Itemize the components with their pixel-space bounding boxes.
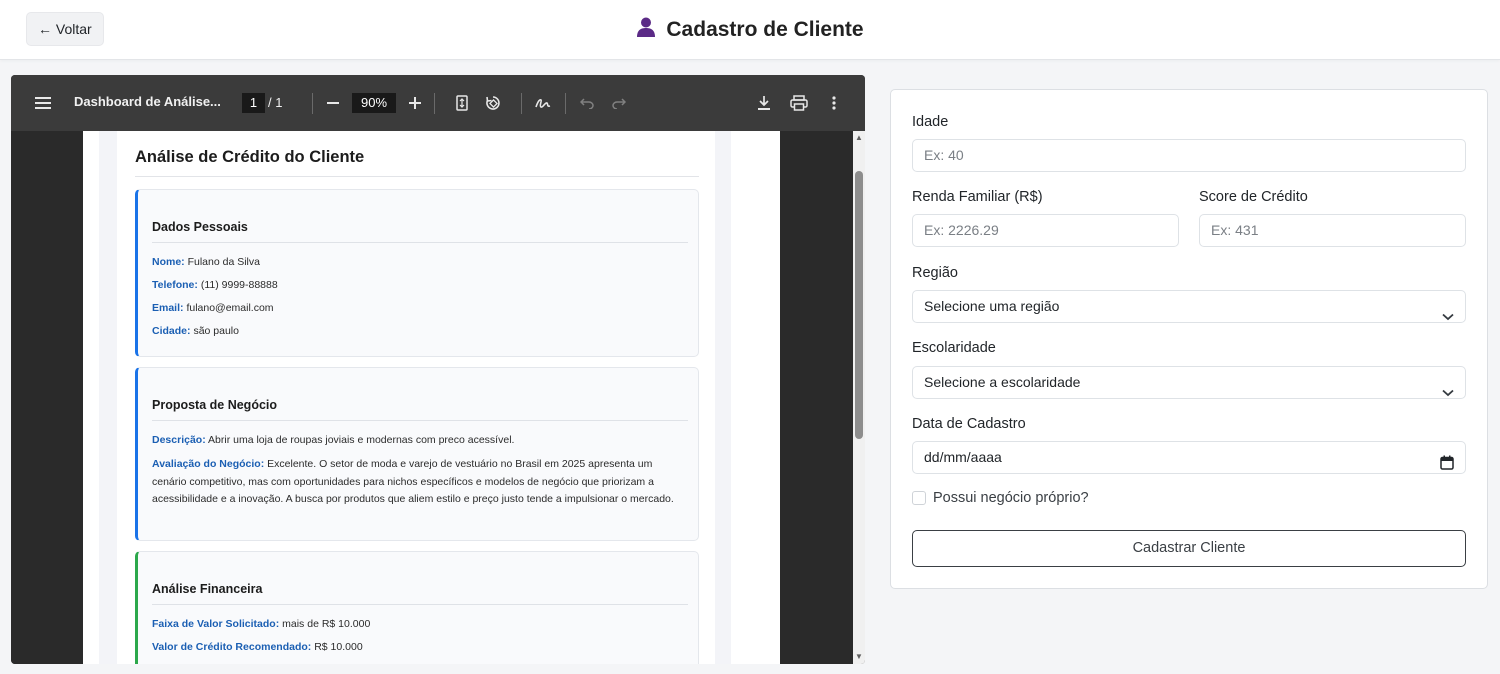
renda-label: Renda Familiar (R$) (912, 189, 1043, 205)
download-icon[interactable] (755, 93, 773, 113)
card-heading: Dados Pessoais (152, 220, 248, 234)
report-background: Análise de Crédito do Cliente Dados Pess… (99, 131, 731, 664)
field-nome: Nome: Fulano da Silva (152, 256, 260, 268)
document-title: Dashboard de Análise... (74, 94, 221, 109)
fit-page-icon[interactable] (453, 93, 471, 113)
chevron-down-icon (1442, 377, 1454, 408)
pdf-canvas[interactable]: Análise de Crédito do Cliente Dados Pess… (11, 131, 853, 664)
client-form: Idade Ex: 40 Renda Familiar (R$) Ex: 222… (890, 89, 1488, 589)
field-valor-recomendado: Valor de Crédito Recomendado: R$ 10.000 (152, 641, 363, 653)
field-cidade: Cidade: são paulo (152, 325, 239, 337)
field-descricao: Descrição: Abrir uma loja de roupas jovi… (152, 434, 515, 446)
scrollbar-thumb[interactable] (855, 171, 863, 439)
draw-icon[interactable] (533, 93, 553, 113)
top-bar: ← Voltar Cadastro de Cliente (0, 0, 1500, 60)
escolaridade-select[interactable]: Selecione a escolaridade (912, 366, 1466, 399)
zoom-out-icon[interactable] (325, 94, 341, 112)
field-avaliacao: Avaliação do Negócio: Excelente. O setor… (152, 458, 674, 505)
toolbar-divider (565, 93, 566, 114)
card-analise-financeira: Análise Financeira Faixa de Valor Solici… (135, 551, 699, 664)
zoom-in-icon[interactable] (407, 94, 423, 112)
card-dados-pessoais: Dados Pessoais Nome: Fulano da Silva Tel… (135, 189, 699, 357)
regiao-selected: Selecione uma região (924, 298, 1060, 314)
page-title-wrap: Cadastro de Cliente (0, 0, 1500, 60)
card-divider (152, 242, 688, 243)
chevron-down-icon (1442, 301, 1454, 332)
back-button[interactable]: ← Voltar (26, 12, 104, 46)
regiao-select[interactable]: Selecione uma região (912, 290, 1466, 323)
zoom-level-input[interactable]: 90% (352, 93, 396, 113)
calendar-icon[interactable] (1440, 450, 1454, 481)
regiao-label: Região (912, 265, 958, 281)
card-divider (152, 604, 688, 605)
redo-icon[interactable] (611, 94, 627, 112)
card-proposta-negocio: Proposta de Negócio Descrição: Abrir uma… (135, 367, 699, 541)
user-icon (636, 16, 656, 44)
field-faixa-valor: Faixa de Valor Solicitado: mais de R$ 10… (152, 618, 371, 630)
data-cadastro-value: dd/mm/aaaa (924, 449, 1002, 465)
escolaridade-label: Escolaridade (912, 340, 996, 356)
report-content: Análise de Crédito do Cliente Dados Pess… (117, 131, 715, 664)
toolbar-divider (521, 93, 522, 114)
menu-icon[interactable] (33, 94, 53, 112)
pdf-toolbar: Dashboard de Análise... 1 / 1 90% (11, 75, 865, 131)
card-divider (152, 420, 688, 421)
toolbar-divider (312, 93, 313, 114)
pdf-viewer: Dashboard de Análise... 1 / 1 90% Anális… (11, 75, 865, 664)
card-heading: Análise Financeira (152, 582, 263, 596)
pdf-page: Análise de Crédito do Cliente Dados Pess… (83, 131, 780, 664)
scroll-down-icon[interactable]: ▼ (854, 652, 864, 662)
data-cadastro-input[interactable]: dd/mm/aaaa (912, 441, 1466, 474)
negocio-checkbox-row: Possui negócio próprio? (912, 490, 1089, 506)
cadastrar-cliente-button[interactable]: Cadastrar Cliente (912, 530, 1466, 567)
idade-label: Idade (912, 114, 949, 130)
data-cadastro-label: Data de Cadastro (912, 416, 1026, 432)
card-heading: Proposta de Negócio (152, 398, 278, 412)
renda-input[interactable]: Ex: 2226.29 (912, 214, 1179, 247)
scroll-up-icon[interactable]: ▲ (854, 133, 864, 143)
escolaridade-selected: Selecione a escolaridade (924, 374, 1081, 390)
report-title-divider (135, 176, 699, 177)
rotate-icon[interactable] (483, 93, 503, 113)
negocio-checkbox[interactable] (912, 491, 926, 505)
score-input[interactable]: Ex: 431 (1199, 214, 1466, 247)
toolbar-divider (434, 93, 435, 114)
undo-icon[interactable] (579, 94, 595, 112)
more-options-icon[interactable] (827, 93, 841, 113)
field-email: Email: fulano@email.com (152, 302, 274, 314)
page-title: Cadastro de Cliente (666, 18, 864, 41)
field-telefone: Telefone: (11) 9999-88888 (152, 279, 278, 291)
report-title: Análise de Crédito do Cliente (135, 148, 365, 166)
negocio-label: Possui negócio próprio? (933, 490, 1089, 506)
score-label: Score de Crédito (1199, 189, 1308, 205)
idade-input[interactable]: Ex: 40 (912, 139, 1466, 172)
print-icon[interactable] (789, 93, 809, 113)
page-number-input[interactable]: 1 (242, 93, 265, 113)
page-total: / 1 (268, 95, 283, 110)
pdf-scrollbar[interactable]: ▲ ▼ (853, 131, 865, 664)
